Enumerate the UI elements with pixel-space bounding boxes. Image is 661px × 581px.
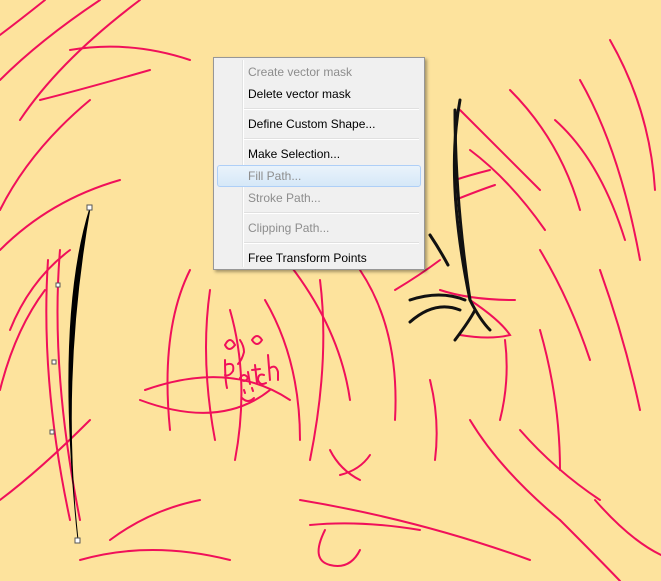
menu-item-fill-path[interactable]: Fill Path... [217, 165, 421, 187]
menu-item-make-selection[interactable]: Make Selection... [217, 143, 421, 165]
vector-path-shape[interactable] [68, 207, 91, 541]
menu-item-free-transform-points[interactable]: Free Transform Points [217, 247, 421, 269]
menu-separator [244, 138, 419, 140]
menu-item-clipping-path[interactable]: Clipping Path... [217, 217, 421, 239]
menu-item-define-custom-shape[interactable]: Define Custom Shape... [217, 113, 421, 135]
menu-separator [244, 108, 419, 110]
context-menu: Create vector mask Delete vector mask De… [213, 57, 425, 270]
menu-item-create-vector-mask[interactable]: Create vector mask [217, 61, 421, 83]
menu-item-delete-vector-mask[interactable]: Delete vector mask [217, 83, 421, 105]
menu-separator [244, 242, 419, 244]
menu-item-stroke-path[interactable]: Stroke Path... [217, 187, 421, 209]
menu-separator [244, 212, 419, 214]
